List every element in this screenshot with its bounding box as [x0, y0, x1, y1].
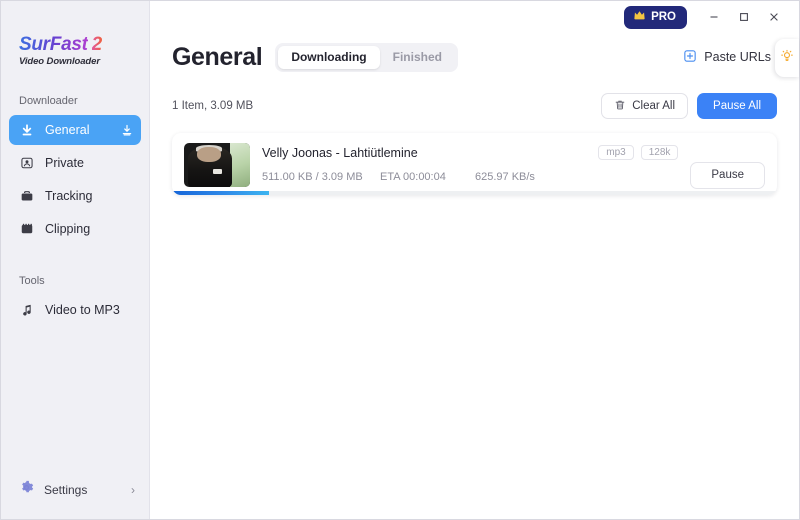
sidebar-item-settings[interactable]: Settings › [1, 473, 149, 507]
sidebar-section-downloader-title: Downloader [1, 95, 149, 107]
thumbnail-subject-pocket [213, 169, 222, 175]
main-content: PRO General Downloading Finished [150, 1, 799, 519]
clear-all-label: Clear All [632, 100, 675, 112]
sidebar-nav-downloader: General Private Tracking [1, 115, 149, 247]
app-logo: SurFast2 Video Downloader [1, 1, 149, 67]
download-item-header: Velly Joonas - Lahtiütlemine mp3 128k [262, 145, 678, 160]
download-list: Velly Joonas - Lahtiütlemine mp3 128k 51… [150, 123, 799, 195]
download-item-title: Velly Joonas - Lahtiütlemine [262, 146, 418, 160]
format-badge: mp3 [598, 145, 633, 160]
logo-version: 2 [92, 34, 102, 55]
title-bar: PRO [150, 1, 799, 33]
pro-badge[interactable]: PRO [624, 6, 687, 29]
page-header: General Downloading Finished Paste URLs [150, 33, 799, 77]
sidebar-item-private[interactable]: Private [9, 148, 141, 178]
thumbnail-background [230, 143, 250, 187]
list-toolbar: 1 Item, 3.09 MB Clear All Pause All [150, 89, 799, 123]
view-tabs: Downloading Finished [275, 43, 458, 72]
download-eta: ETA 00:00:04 [380, 171, 475, 183]
tab-downloading[interactable]: Downloading [278, 46, 379, 69]
logo-name: SurFast [19, 34, 88, 55]
download-to-line-icon[interactable] [121, 124, 133, 136]
sidebar: SurFast2 Video Downloader Downloader Gen… [1, 1, 150, 519]
maximize-button[interactable] [729, 2, 759, 32]
scissors-calendar-icon [19, 221, 35, 237]
download-progress-track [172, 191, 777, 195]
settings-label: Settings [44, 483, 87, 497]
sidebar-nav-tools: Video to MP3 [1, 295, 149, 328]
download-item-body: Velly Joonas - Lahtiütlemine mp3 128k 51… [250, 143, 678, 183]
close-button[interactable] [759, 2, 789, 32]
sidebar-section-tools-title: Tools [1, 275, 149, 287]
crown-diamond-icon [633, 9, 646, 25]
logo-title: SurFast2 [19, 35, 149, 54]
download-size-progress: 511.00 KB / 3.09 MB [262, 171, 380, 183]
paste-urls-label: Paste URLs [704, 50, 771, 64]
video-thumbnail [184, 143, 250, 187]
download-item-stats: 511.00 KB / 3.09 MB ETA 00:00:04 625.97 … [262, 171, 678, 183]
download-progress-fill [172, 191, 269, 195]
pause-all-button[interactable]: Pause All [697, 93, 777, 119]
trash-icon [614, 99, 626, 114]
download-speed: 625.97 KB/s [475, 171, 535, 183]
tips-toggle-button[interactable] [775, 39, 799, 77]
download-item-card[interactable]: Velly Joonas - Lahtiütlemine mp3 128k 51… [172, 133, 777, 195]
sidebar-item-general[interactable]: General [9, 115, 141, 145]
minimize-button[interactable] [699, 2, 729, 32]
pro-badge-label: PRO [651, 11, 676, 23]
page-title: General [172, 43, 262, 72]
sidebar-item-tracking-label: Tracking [45, 189, 92, 203]
item-count-text: 1 Item, 3.09 MB [172, 100, 253, 112]
sidebar-item-private-label: Private [45, 156, 84, 170]
download-item-badges: mp3 128k [588, 145, 678, 160]
private-user-icon [19, 155, 35, 171]
sidebar-item-clipping[interactable]: Clipping [9, 214, 141, 244]
bitrate-badge: 128k [641, 145, 679, 160]
paste-urls-button[interactable]: Paste URLs [677, 44, 777, 71]
download-arrow-icon [19, 122, 35, 138]
clear-all-button[interactable]: Clear All [601, 93, 688, 119]
thumbnail-subject-face [197, 147, 221, 162]
plus-square-icon [683, 49, 697, 66]
tab-finished[interactable]: Finished [380, 46, 455, 69]
sidebar-item-video-to-mp3[interactable]: Video to MP3 [9, 295, 141, 325]
sidebar-item-tracking[interactable]: Tracking [9, 181, 141, 211]
sidebar-item-video-to-mp3-label: Video to MP3 [45, 303, 120, 317]
app-window: SurFast2 Video Downloader Downloader Gen… [0, 0, 800, 520]
music-note-icon [19, 302, 35, 318]
toolbar-actions: Clear All Pause All [601, 93, 777, 119]
chevron-right-icon[interactable]: › [131, 483, 135, 497]
sidebar-item-general-label: General [45, 123, 89, 137]
pause-item-button[interactable]: Pause [690, 162, 765, 189]
lightbulb-icon [780, 49, 794, 68]
sidebar-item-clipping-label: Clipping [45, 222, 90, 236]
logo-subtitle: Video Downloader [19, 56, 149, 67]
briefcase-icon [19, 188, 35, 204]
gear-icon [19, 480, 34, 500]
